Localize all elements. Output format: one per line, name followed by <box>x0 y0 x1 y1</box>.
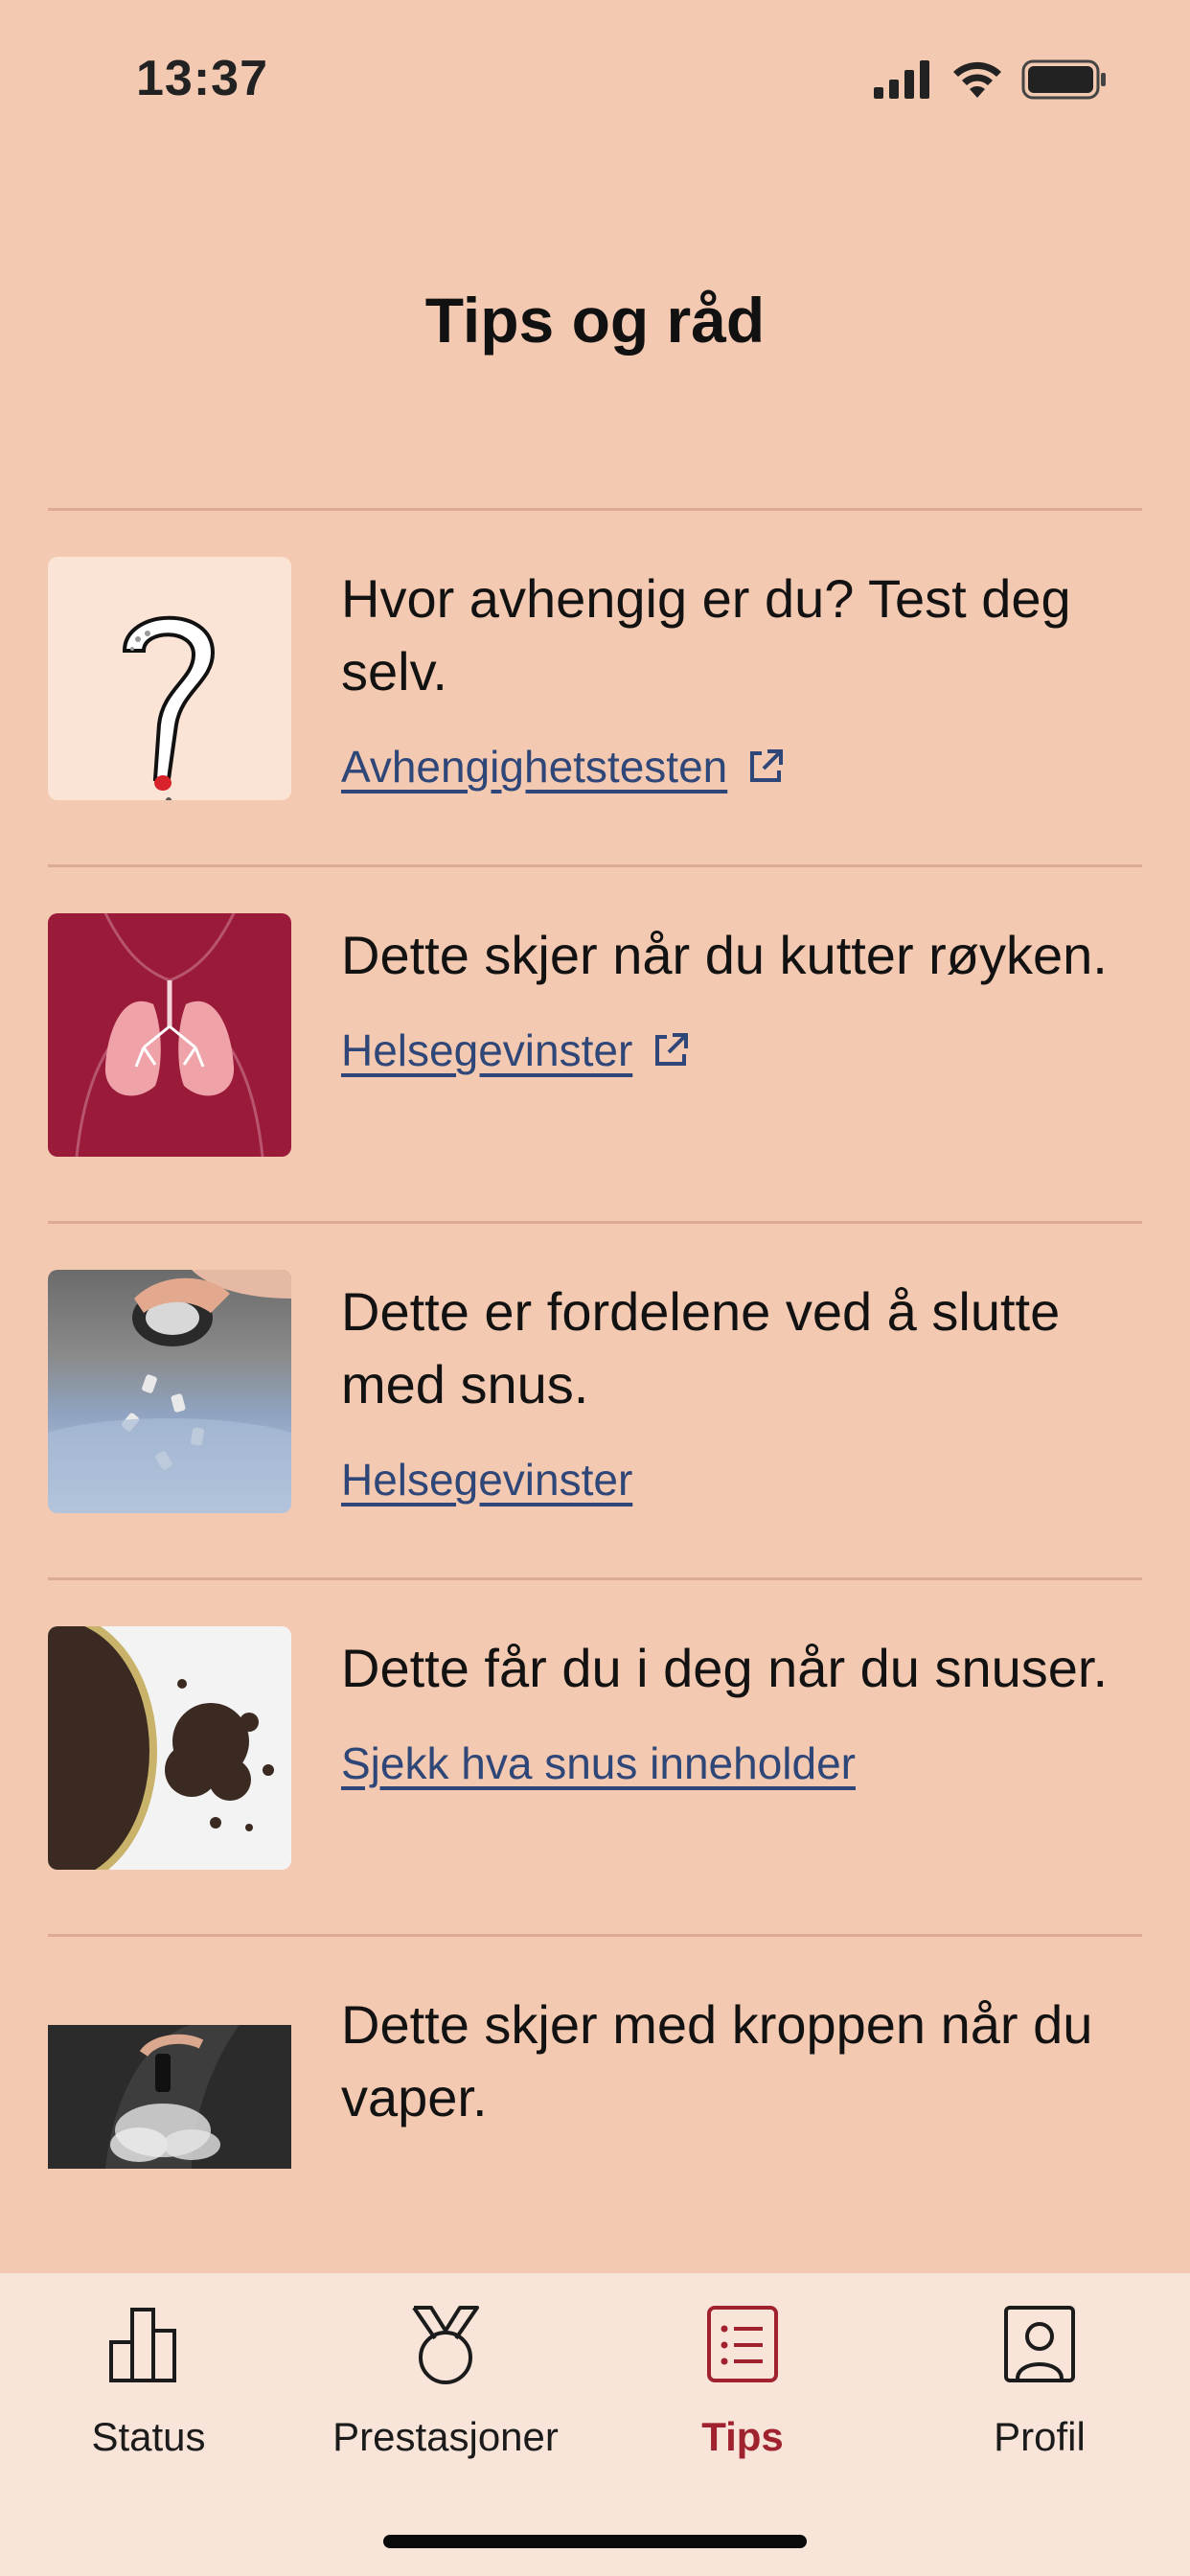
tab-label: Prestasjoner <box>332 2414 559 2459</box>
vape-smoke-image <box>48 2025 291 2169</box>
tip-title: Dette skjer når du kutter røyken. <box>341 925 1108 985</box>
home-indicator[interactable] <box>383 2535 807 2548</box>
external-link-icon <box>655 1033 689 1066</box>
link-label: Helsegevinster <box>341 1455 633 1505</box>
tab-bar: Status Prestasjoner Tips Profil <box>0 2273 1190 2576</box>
helsegevinster-link[interactable]: Helsegevinster <box>341 1024 692 1076</box>
list-item: Dette skjer med kroppen når du vaper. <box>48 1934 1142 2221</box>
tip-title: Hvor avhengig er du? Test deg selv. <box>341 568 1071 702</box>
cellular-signal-icon <box>874 60 929 99</box>
list-icon <box>707 2306 778 2382</box>
tab-prestasjoner[interactable]: Prestasjoner <box>297 2302 594 2460</box>
profile-icon <box>1004 2306 1075 2382</box>
lungs-image <box>48 913 291 1157</box>
link-label: Avhengighetstesten <box>341 742 728 792</box>
wifi-icon <box>953 61 1001 98</box>
link-label: Helsegevinster <box>341 1025 633 1075</box>
tab-tips[interactable]: Tips <box>594 2302 891 2460</box>
question-cigarette-image <box>48 557 291 800</box>
battery-icon <box>1021 59 1106 100</box>
avhengighetstesten-link[interactable]: Avhengighetstesten <box>341 741 787 793</box>
status-bar: 13:37 <box>0 0 1190 163</box>
list-item: Dette skjer når du kutter røyken. Helseg… <box>48 864 1142 1221</box>
bar-chart-icon <box>109 2308 176 2382</box>
external-link-icon <box>750 749 784 782</box>
tab-label: Status <box>91 2414 206 2459</box>
tip-title: Dette er fordelene ved å slutte med snus… <box>341 1281 1061 1414</box>
page-title: Tips og råd <box>424 285 766 356</box>
tab-label: Tips <box>701 2414 784 2459</box>
snus-tobacco-image <box>48 1626 291 1870</box>
tip-title: Dette skjer med kroppen når du vaper. <box>341 1994 1093 2128</box>
tip-title: Dette får du i deg når du snuser. <box>341 1638 1109 1698</box>
status-time: 13:37 <box>136 51 268 106</box>
tips-list: Hvor avhengig er du? Test deg selv. Avhe… <box>48 508 1142 2221</box>
tab-status[interactable]: Status <box>0 2302 297 2460</box>
snus-in-bin-image <box>48 1270 291 1513</box>
list-item: Hvor avhengig er du? Test deg selv. Avhe… <box>48 508 1142 864</box>
medal-icon <box>412 2306 479 2384</box>
tab-profil[interactable]: Profil <box>891 2302 1188 2460</box>
status-icons <box>874 59 1108 100</box>
link-label: Sjekk hva snus inneholder <box>341 1738 856 1788</box>
sjekk-snus-innhold-link[interactable]: Sjekk hva snus inneholder <box>341 1737 856 1789</box>
list-item: Dette er fordelene ved å slutte med snus… <box>48 1221 1142 1577</box>
helsegevinster-snus-link[interactable]: Helsegevinster <box>341 1454 632 1506</box>
list-item: Dette får du i deg når du snuser. Sjekk … <box>48 1577 1142 1934</box>
tab-label: Profil <box>994 2414 1086 2459</box>
